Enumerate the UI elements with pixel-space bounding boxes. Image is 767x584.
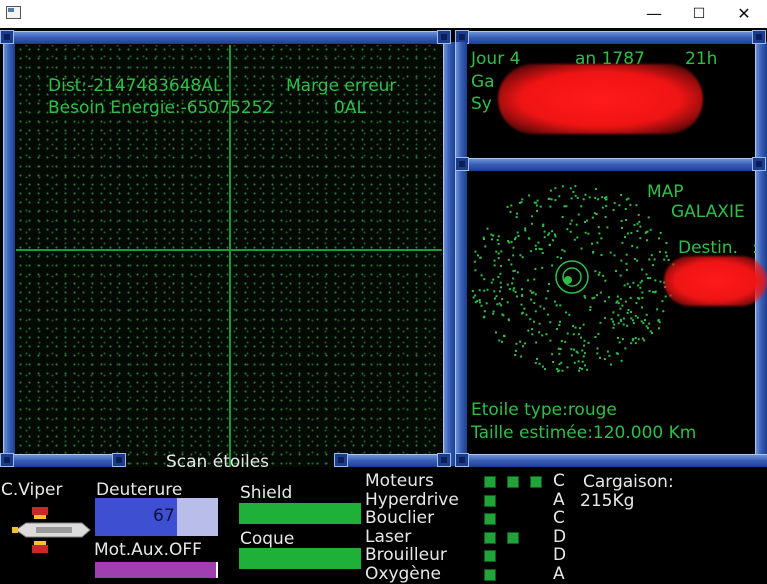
system-level-pip [484,569,496,581]
distance-readout: Dist:-2147483648AL [48,76,223,96]
aux-motor-status[interactable]: Mot.Aux.OFF [94,540,202,560]
ship-name: C.Viper [1,480,63,500]
current-position-marker [564,276,572,284]
frame-joint [455,453,469,467]
system-level-pip [530,476,542,488]
redacted-overlay [498,64,703,134]
app-icon [6,6,21,19]
frame-info-map-separator [469,158,752,171]
frame-bottom-mid [346,454,442,467]
frame-joint [0,30,14,44]
frame-joint [437,453,451,467]
ship-icon [12,507,91,553]
frame-bottom-right [469,454,767,467]
redacted-overlay [664,256,767,306]
system-level-pip [484,494,496,507]
energy-unit: 0AL [334,98,366,118]
aux-motor-bar [95,562,218,578]
frame-joint [752,157,766,171]
frame-joint [112,453,126,467]
deuterium-value: 67 [153,506,175,526]
star-size-label: Taille estimée:120.000 Km [471,423,697,443]
system-name: Bouclier [365,508,435,529]
system-label: Sy [471,94,492,114]
frame-left [3,42,15,466]
window-titlebar: — ☐ ✕ [0,0,767,28]
galaxy-stars [471,185,676,373]
deuterium-label: Deuterure [96,480,183,500]
day-label: Jour 4 [471,49,521,69]
galaxy-core-ring [555,260,589,294]
hull-label: Coque [240,529,295,549]
galaxy-map[interactable] [468,178,678,378]
system-grade: C [553,508,565,529]
frame-bottom-left [14,454,114,467]
frame-top-left [14,31,442,44]
system-level-pip [484,476,496,488]
galaxy-label: Ga [471,72,495,92]
scanner-title: Scan étoiles [166,452,270,472]
star-type-label: Etoile type:rouge [471,400,617,420]
cargo-label: Cargaison: [583,472,674,492]
destination-label: Destin. [678,238,738,258]
system-name: Oxygène [365,564,441,584]
hull-bar [239,548,361,569]
system-grade: C [553,471,565,491]
system-grade: A [553,489,565,510]
destination-colon: : [752,238,758,258]
frame-joint [334,453,348,467]
system-grade: D [553,545,567,566]
game-viewport: Dist:-2147483648AL Marge erreur Besoin E… [0,28,767,584]
shield-bar [239,503,361,524]
close-button[interactable]: ✕ [721,0,767,28]
maximize-button[interactable]: ☐ [676,0,722,28]
energy-readout: Besoin Energie:-65075252 [48,98,274,118]
cargo-value: 215Kg [580,491,635,511]
system-grade: A [553,564,565,584]
shield-label: Shield [240,483,293,503]
system-grade: D [553,526,567,547]
crosshair-horizontal [16,249,442,251]
frame-center [443,42,455,466]
minimize-button[interactable]: — [631,0,677,28]
map-title-line1: MAP [647,182,684,202]
system-level-pip [507,476,519,488]
system-name: Laser [365,526,412,547]
hour-label: 21h [685,49,718,69]
system-name: Moteurs [365,471,434,491]
system-level-pip [507,531,519,544]
system-level-pip [484,531,496,544]
frame-right-inner [455,42,467,458]
system-level-pip [484,550,496,563]
system-level-pip [484,513,496,526]
frame-top-right [469,31,752,44]
map-title-line2: GALAXIE [671,202,745,222]
system-name: Brouilleur [365,545,447,566]
error-margin-label: Marge erreur [286,76,397,96]
deuterium-gauge: 67 [95,498,218,536]
system-name: Hyperdrive [365,489,459,510]
frame-joint [0,453,14,467]
frame-joint [437,30,451,44]
frame-joint [752,30,766,44]
frame-joint [455,157,469,171]
